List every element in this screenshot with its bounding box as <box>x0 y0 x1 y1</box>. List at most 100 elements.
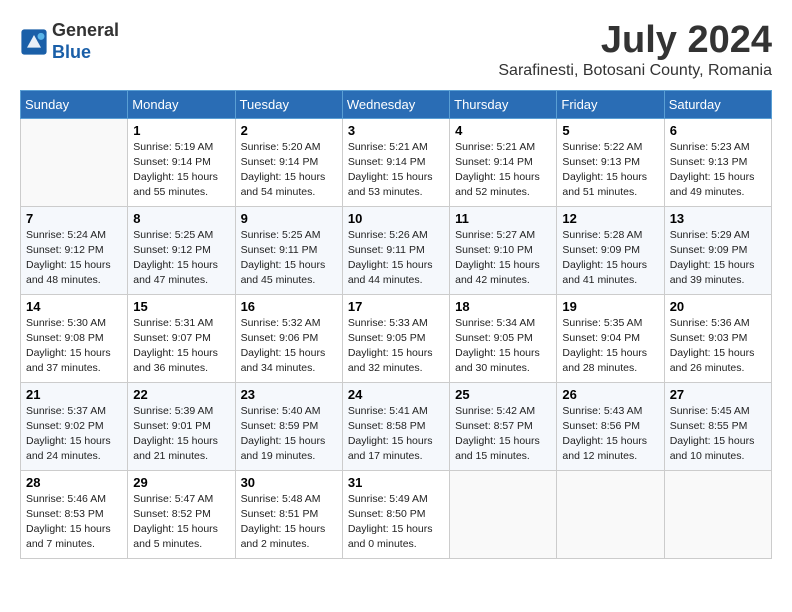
calendar-day-cell: 16 Sunrise: 5:32 AM Sunset: 9:06 PM Dayli… <box>235 294 342 382</box>
day-number: 5 <box>562 123 658 138</box>
weekday-header-cell: Thursday <box>450 90 557 118</box>
calendar-day-cell: 25Sunrise: 5:42 AM Sunset: 8:57 PM Dayli… <box>450 382 557 470</box>
day-info: Sunrise: 5:25 AM Sunset: 9:11 PM Dayligh… <box>241 228 337 289</box>
day-number: 21 <box>26 387 122 402</box>
calendar-day-cell: 18Sunrise: 5:34 AM Sunset: 9:05 PM Dayli… <box>450 294 557 382</box>
day-info: Sunrise: 5:21 AM Sunset: 9:14 PM Dayligh… <box>348 140 444 201</box>
day-number: 22 <box>133 387 229 402</box>
calendar-day-cell: 17 Sunrise: 5:33 AM Sunset: 9:05 PM Dayli… <box>342 294 449 382</box>
day-number: 7 <box>26 211 122 226</box>
calendar-week-row: 14Sunrise: 5:30 AM Sunset: 9:08 PM Dayli… <box>21 294 772 382</box>
day-info: Sunrise: 5:26 AM Sunset: 9:11 PM Dayligh… <box>348 228 444 289</box>
calendar-week-row: 1Sunrise: 5:19 AM Sunset: 9:14 PM Daylig… <box>21 118 772 206</box>
calendar-day-cell: 22 Sunrise: 5:39 AM Sunset: 9:01 PM Dayli… <box>128 382 235 470</box>
calendar-day-cell: 15 Sunrise: 5:31 AM Sunset: 9:07 PM Dayli… <box>128 294 235 382</box>
calendar-day-cell: 2 Sunrise: 5:20 AM Sunset: 9:14 PM Daylig… <box>235 118 342 206</box>
day-info: Sunrise: 5:49 AM Sunset: 8:50 PM Dayligh… <box>348 492 444 553</box>
day-number: 23 <box>241 387 337 402</box>
calendar-day-cell: 19 Sunrise: 5:35 AM Sunset: 9:04 PM Dayli… <box>557 294 664 382</box>
day-number: 9 <box>241 211 337 226</box>
day-number: 4 <box>455 123 551 138</box>
calendar-day-cell: 21 Sunrise: 5:37 AM Sunset: 9:02 PM Dayli… <box>21 382 128 470</box>
day-info: Sunrise: 5:42 AM Sunset: 8:57 PM Dayligh… <box>455 404 551 465</box>
calendar-day-cell: 27 Sunrise: 5:45 AM Sunset: 8:55 PM Dayli… <box>664 382 771 470</box>
day-number: 16 <box>241 299 337 314</box>
day-info: Sunrise: 5:24 AM Sunset: 9:12 PM Dayligh… <box>26 228 122 289</box>
day-number: 14 <box>26 299 122 314</box>
day-number: 18 <box>455 299 551 314</box>
day-info: Sunrise: 5:32 AM Sunset: 9:06 PM Dayligh… <box>241 316 337 377</box>
day-number: 3 <box>348 123 444 138</box>
day-info: Sunrise: 5:43 AM Sunset: 8:56 PM Dayligh… <box>562 404 658 465</box>
day-info: Sunrise: 5:28 AM Sunset: 9:09 PM Dayligh… <box>562 228 658 289</box>
calendar-day-cell <box>450 470 557 558</box>
day-number: 13 <box>670 211 766 226</box>
title-area: July 2024 Sarafinesti, Botosani County, … <box>498 20 772 80</box>
day-number: 30 <box>241 475 337 490</box>
day-number: 2 <box>241 123 337 138</box>
day-info: Sunrise: 5:46 AM Sunset: 8:53 PM Dayligh… <box>26 492 122 553</box>
calendar-day-cell: 26 Sunrise: 5:43 AM Sunset: 8:56 PM Dayli… <box>557 382 664 470</box>
day-number: 6 <box>670 123 766 138</box>
calendar-day-cell: 13 Sunrise: 5:29 AM Sunset: 9:09 PM Dayli… <box>664 206 771 294</box>
day-info: Sunrise: 5:39 AM Sunset: 9:01 PM Dayligh… <box>133 404 229 465</box>
calendar-day-cell: 31 Sunrise: 5:49 AM Sunset: 8:50 PM Dayli… <box>342 470 449 558</box>
calendar-day-cell: 11 Sunrise: 5:27 AM Sunset: 9:10 PM Dayli… <box>450 206 557 294</box>
day-number: 15 <box>133 299 229 314</box>
calendar-day-cell <box>557 470 664 558</box>
day-number: 8 <box>133 211 229 226</box>
location-title: Sarafinesti, Botosani County, Romania <box>498 62 772 80</box>
day-info: Sunrise: 5:25 AM Sunset: 9:12 PM Dayligh… <box>133 228 229 289</box>
day-number: 11 <box>455 211 551 226</box>
calendar-day-cell: 10Sunrise: 5:26 AM Sunset: 9:11 PM Dayli… <box>342 206 449 294</box>
day-info: Sunrise: 5:20 AM Sunset: 9:14 PM Dayligh… <box>241 140 337 201</box>
day-number: 29 <box>133 475 229 490</box>
day-info: Sunrise: 5:36 AM Sunset: 9:03 PM Dayligh… <box>670 316 766 377</box>
day-number: 1 <box>133 123 229 138</box>
day-number: 19 <box>562 299 658 314</box>
day-info: Sunrise: 5:27 AM Sunset: 9:10 PM Dayligh… <box>455 228 551 289</box>
day-number: 27 <box>670 387 766 402</box>
weekday-header-row: SundayMondayTuesdayWednesdayThursdayFrid… <box>21 90 772 118</box>
calendar-week-row: 28 Sunrise: 5:46 AM Sunset: 8:53 PM Dayli… <box>21 470 772 558</box>
calendar-week-row: 21 Sunrise: 5:37 AM Sunset: 9:02 PM Dayli… <box>21 382 772 470</box>
calendar-day-cell: 14Sunrise: 5:30 AM Sunset: 9:08 PM Dayli… <box>21 294 128 382</box>
day-info: Sunrise: 5:31 AM Sunset: 9:07 PM Dayligh… <box>133 316 229 377</box>
day-info: Sunrise: 5:47 AM Sunset: 8:52 PM Dayligh… <box>133 492 229 553</box>
day-info: Sunrise: 5:37 AM Sunset: 9:02 PM Dayligh… <box>26 404 122 465</box>
calendar-day-cell: 8 Sunrise: 5:25 AM Sunset: 9:12 PM Daylig… <box>128 206 235 294</box>
logo-blue-text: Blue <box>52 42 91 62</box>
logo-general-text: General <box>52 20 119 40</box>
calendar-week-row: 7 Sunrise: 5:24 AM Sunset: 9:12 PM Daylig… <box>21 206 772 294</box>
calendar-body: 1Sunrise: 5:19 AM Sunset: 9:14 PM Daylig… <box>21 118 772 558</box>
calendar-day-cell: 28 Sunrise: 5:46 AM Sunset: 8:53 PM Dayli… <box>21 470 128 558</box>
day-info: Sunrise: 5:35 AM Sunset: 9:04 PM Dayligh… <box>562 316 658 377</box>
day-info: Sunrise: 5:48 AM Sunset: 8:51 PM Dayligh… <box>241 492 337 553</box>
day-info: Sunrise: 5:23 AM Sunset: 9:13 PM Dayligh… <box>670 140 766 201</box>
day-number: 31 <box>348 475 444 490</box>
weekday-header-cell: Sunday <box>21 90 128 118</box>
calendar-day-cell: 4Sunrise: 5:21 AM Sunset: 9:14 PM Daylig… <box>450 118 557 206</box>
day-number: 26 <box>562 387 658 402</box>
calendar-day-cell: 6 Sunrise: 5:23 AM Sunset: 9:13 PM Daylig… <box>664 118 771 206</box>
weekday-header-cell: Wednesday <box>342 90 449 118</box>
calendar-day-cell: 30 Sunrise: 5:48 AM Sunset: 8:51 PM Dayli… <box>235 470 342 558</box>
day-info: Sunrise: 5:33 AM Sunset: 9:05 PM Dayligh… <box>348 316 444 377</box>
day-info: Sunrise: 5:45 AM Sunset: 8:55 PM Dayligh… <box>670 404 766 465</box>
calendar-day-cell: 1Sunrise: 5:19 AM Sunset: 9:14 PM Daylig… <box>128 118 235 206</box>
calendar-day-cell: 23Sunrise: 5:40 AM Sunset: 8:59 PM Dayli… <box>235 382 342 470</box>
header: General Blue July 2024 Sarafinesti, Boto… <box>20 20 772 80</box>
weekday-header-cell: Monday <box>128 90 235 118</box>
weekday-header-cell: Tuesday <box>235 90 342 118</box>
day-number: 28 <box>26 475 122 490</box>
day-info: Sunrise: 5:29 AM Sunset: 9:09 PM Dayligh… <box>670 228 766 289</box>
calendar-day-cell: 20Sunrise: 5:36 AM Sunset: 9:03 PM Dayli… <box>664 294 771 382</box>
day-number: 17 <box>348 299 444 314</box>
day-info: Sunrise: 5:22 AM Sunset: 9:13 PM Dayligh… <box>562 140 658 201</box>
calendar-day-cell: 7 Sunrise: 5:24 AM Sunset: 9:12 PM Daylig… <box>21 206 128 294</box>
calendar-day-cell <box>21 118 128 206</box>
calendar-day-cell: 3 Sunrise: 5:21 AM Sunset: 9:14 PM Daylig… <box>342 118 449 206</box>
logo: General Blue <box>20 20 119 63</box>
month-title: July 2024 <box>498 20 772 62</box>
calendar-day-cell: 5 Sunrise: 5:22 AM Sunset: 9:13 PM Daylig… <box>557 118 664 206</box>
